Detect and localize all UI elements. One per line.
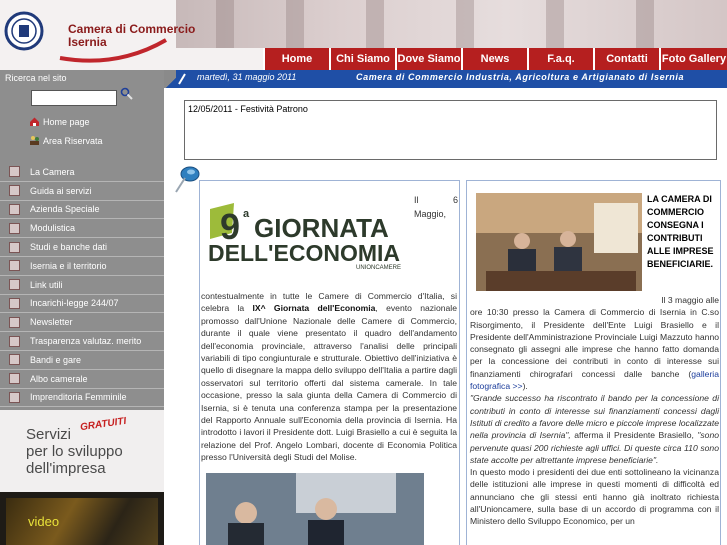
- main-nav: Home Chi Siamo Dove Siamo News F.a.q. Contatt…: [263, 48, 727, 70]
- sidebar-item-guida-ai-servizi[interactable]: Guida ai servizi: [0, 182, 164, 201]
- search-input[interactable]: [31, 90, 117, 106]
- logo-sup: a: [243, 208, 250, 220]
- menu-bullet-icon: [9, 241, 20, 253]
- user-group-icon: [30, 136, 39, 145]
- sidebar-item-la-camera[interactable]: La Camera: [0, 163, 164, 182]
- sidebar-item-modulistica[interactable]: Modulistica: [0, 219, 164, 239]
- nav-dove-siamo[interactable]: Dove Siamo: [395, 48, 461, 70]
- banner-line2: per lo sviluppo: [26, 443, 123, 460]
- sidebar-item-link-utili[interactable]: Link utili: [0, 276, 164, 295]
- conference-photo-figures: [206, 473, 424, 545]
- article1-lead: Il 6 Maggio,: [414, 195, 458, 219]
- article2-quote-attrib: afferma il Presidente Brasiello,: [570, 430, 698, 441]
- sidebar-item-label: Guida ai servizi: [30, 185, 92, 196]
- sidebar-item-label: Modulistica: [30, 223, 76, 234]
- banner-badge: GRATUITI: [79, 415, 128, 434]
- chamber-logo-icon[interactable]: [4, 8, 44, 54]
- header: Camera di Commercio Isernia Home Chi Siam…: [0, 0, 727, 70]
- sidebar-item-label: Newsletter: [30, 317, 73, 328]
- banner-line1: Servizi: [26, 426, 72, 443]
- current-date: martedì, 31 maggio 2011: [197, 72, 297, 82]
- menu-bullet-icon: [9, 373, 20, 385]
- home-page-label: Home page: [43, 116, 90, 127]
- search-label: Ricerca nel sito: [5, 73, 67, 83]
- sidebar-item-bandi-e-gare[interactable]: Bandi e gare: [0, 351, 164, 370]
- menu-bullet-icon: [9, 222, 20, 234]
- sidebar-item-label: Bandi e gare: [30, 354, 82, 365]
- sidebar-menu: La Camera Guida ai servizi Azienda Special…: [0, 163, 164, 408]
- sidebar-item-imprenditoria-femminile[interactable]: Imprenditoria Femminile: [0, 389, 164, 408]
- nav-home[interactable]: Home: [263, 48, 329, 70]
- notice-box: 12/05/2011 - Festività Patrono: [184, 100, 717, 160]
- article2-title: LA CAMERA DI COMMERCIO CONSEGNA I CONTRI…: [647, 194, 714, 269]
- nav-contatti[interactable]: Contatti: [593, 48, 659, 70]
- menu-bullet-icon: [9, 316, 20, 328]
- sidebar-item-albo-camerale[interactable]: Albo camerale: [0, 370, 164, 389]
- ceremony-photo-figures: [476, 193, 642, 291]
- sidebar-item-incarichi-legge-244-07[interactable]: Incarichi-legge 244/07: [0, 295, 164, 314]
- sidebar-item-label: Isernia e il territorio: [30, 260, 107, 271]
- nav-f-a-q[interactable]: F.a.q.: [527, 48, 593, 70]
- sidebar-item-azienda-speciale[interactable]: Azienda Speciale: [0, 201, 164, 220]
- article1-rest: , evento nazionale promosso dall'Unione …: [201, 303, 457, 463]
- home-icon: [30, 117, 39, 126]
- nav-news[interactable]: News: [461, 48, 527, 70]
- sidebar-item-label: La Camera: [30, 166, 75, 177]
- menu-bullet-icon: [9, 297, 20, 309]
- article1-body: contestualmente in tutte le Camere di Co…: [201, 290, 457, 464]
- menu-bullet-icon: [9, 203, 20, 215]
- article2-lead: Il 3 maggio alle: [661, 295, 719, 305]
- conference-photo[interactable]: [206, 473, 424, 545]
- giornata-economia-logo[interactable]: 9 a GIORNATA DELL'ECONOMIA UNIONCAMERE: [206, 199, 411, 271]
- video-banner[interactable]: video: [0, 492, 164, 545]
- header-photo: [176, 0, 727, 48]
- sidebar-item-label: Trasparenza valutaz. merito: [30, 336, 142, 347]
- menu-bullet-icon: [9, 354, 20, 366]
- menu-bullet-icon: [9, 260, 20, 272]
- org-full-name: Camera di Commercio Industria, Agricoltu…: [356, 72, 685, 82]
- nav-foto-gallery[interactable]: Foto Gallery: [659, 48, 727, 70]
- menu-bullet-icon: [9, 166, 20, 178]
- article2-p1-end: ).: [522, 381, 528, 392]
- video-label: video: [28, 514, 60, 529]
- notice-text[interactable]: 12/05/2011 - Festività Patrono: [188, 104, 308, 114]
- sidebar-item-trasparenza-valutaz-merito[interactable]: Trasparenza valutaz. merito: [0, 332, 164, 351]
- menu-bullet-icon: [9, 335, 20, 347]
- sidebar-item-label: Link utili: [30, 279, 63, 290]
- menu-bullet-icon: [9, 279, 20, 291]
- sidebar-item-label: Imprenditoria Femminile: [30, 392, 127, 403]
- article-giornata-economia: 9 a GIORNATA DELL'ECONOMIA UNIONCAMERE I…: [199, 180, 460, 545]
- logo-brand: UNIONCAMERE: [356, 265, 401, 271]
- logo-line1: GIORNATA: [254, 213, 389, 243]
- search-icon[interactable]: [120, 87, 134, 101]
- ceremony-photo[interactable]: [476, 193, 642, 291]
- sidebar-item-label: Albo camerale: [30, 373, 88, 384]
- article2-p1: ore 10:30 presso la Camera di Commercio …: [470, 307, 719, 379]
- menu-bullet-icon: [9, 391, 20, 403]
- sidebar-item-label: Studi e banche dati: [30, 242, 108, 253]
- sidebar-item-isernia-e-il-territorio[interactable]: Isernia e il territorio: [0, 257, 164, 276]
- logo-text-line1: Camera di Commercio: [68, 22, 196, 36]
- sidebar-item-label: Incarichi-legge 244/07: [30, 298, 119, 309]
- article2-p2: In questo modo i presidenti dei due enti…: [470, 467, 719, 527]
- nav-chi-siamo[interactable]: Chi Siamo: [329, 48, 395, 70]
- sidebar-item-label: Azienda Speciale: [30, 204, 100, 215]
- sidebar-item-studi-e-banche-dati[interactable]: Studi e banche dati: [0, 238, 164, 257]
- article-contributi-imprese: LA CAMERA DI COMMERCIO CONSEGNA I CONTRI…: [466, 180, 721, 545]
- reserved-area-label: Area Riservata: [43, 135, 103, 146]
- reserved-area-link[interactable]: Area Riservata: [29, 135, 103, 146]
- pen-icon: [178, 73, 186, 85]
- logo-line2: DELL'ECONOMIA: [208, 240, 400, 266]
- article2-body: Il 3 maggio alle ore 10:30 presso la Cam…: [470, 294, 719, 528]
- article1-event: IX^ Giornata dell'Economia: [252, 303, 376, 314]
- banner-line3: dell'impresa: [26, 460, 106, 477]
- free-services-banner[interactable]: Servizi GRATUITI per lo sviluppo dell'im…: [0, 410, 164, 492]
- sidebar-item-newsletter[interactable]: Newsletter: [0, 313, 164, 333]
- menu-bullet-icon: [9, 185, 20, 197]
- logo-swoosh-icon: [59, 38, 168, 63]
- home-page-link[interactable]: Home page: [29, 116, 90, 127]
